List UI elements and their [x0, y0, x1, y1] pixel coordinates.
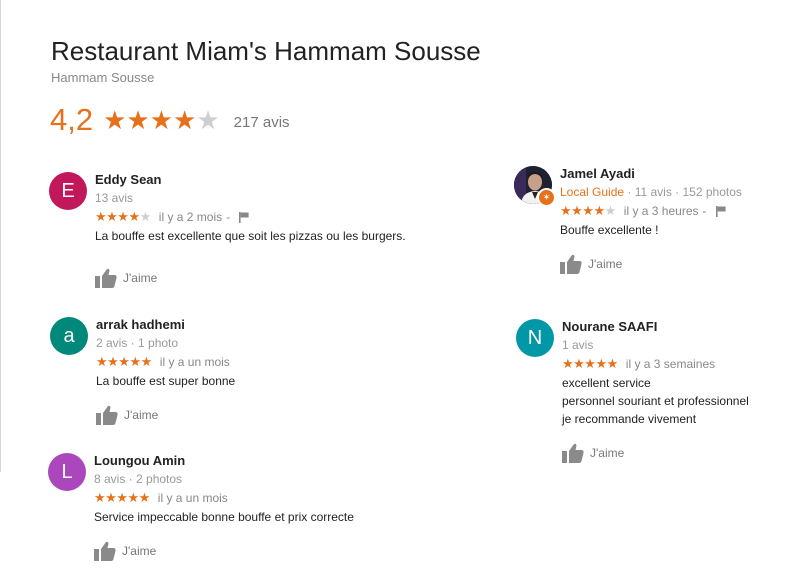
thumbs-up-icon: [94, 541, 116, 561]
star-icon: ★★★★: [560, 203, 605, 218]
review-time: il y a 3 heures: [623, 204, 699, 218]
rating-summary: 4,2 ★★★★★ 217 avis: [50, 100, 290, 140]
flag-icon[interactable]: [238, 211, 250, 223]
review-text-line: je recommande vivement: [562, 412, 697, 426]
star-icon: ★: [103, 104, 127, 135]
page-subtitle: Hammam Sousse: [51, 70, 155, 85]
star-icon: ★: [173, 104, 197, 135]
reviewer-stats: · 11 avis · 152 photos: [624, 185, 742, 199]
reviewer-meta: 13 avis: [95, 191, 134, 205]
star-icon: ★★★★: [95, 209, 140, 224]
review-time: il y a un mois: [159, 355, 230, 369]
divider: [0, 0, 1, 472]
review-time: il y a un mois: [157, 491, 228, 505]
review-stars: ★★★★★: [562, 356, 618, 372]
review-time: il y a 3 semaines: [625, 357, 716, 371]
star-empty-icon: ★: [196, 104, 220, 135]
review-text: excellent service personnel souriant et …: [562, 374, 749, 428]
review-text-line: excellent service: [562, 376, 651, 390]
review-stars: ★★★★★: [560, 203, 616, 219]
review-text-line: personnel souriant et professionnel: [562, 394, 749, 408]
like-label: J'aime: [124, 408, 159, 422]
avatar[interactable]: L: [48, 453, 86, 491]
review-text: Service impeccable bonne bouffe et prix …: [94, 510, 354, 524]
reviews-panel: Restaurant Miam's Hammam Sousse Hammam S…: [0, 0, 806, 584]
star-icon: ★: [149, 104, 174, 135]
reviewer-name[interactable]: Loungou Amin: [94, 453, 354, 469]
review-text: Bouffe excellente !: [560, 223, 659, 237]
like-label: J'aime: [588, 257, 623, 271]
like-button[interactable]: J'aime: [560, 254, 622, 274]
avatar-initial: E: [61, 179, 75, 202]
star-icon: ★★★★★: [96, 354, 152, 369]
avatar[interactable]: a: [50, 317, 88, 355]
review-text: La bouffe est excellente que soit les pi…: [95, 229, 406, 243]
avatar[interactable]: E: [49, 172, 87, 210]
star-empty-icon: ★: [139, 209, 152, 224]
reviewer-meta: 2 avis · 1 photo: [96, 336, 179, 350]
local-guide-label: Local Guide: [560, 185, 625, 199]
separator: -: [702, 204, 707, 218]
avatar-initial: a: [63, 324, 75, 347]
rating-value: 4,2: [50, 102, 94, 137]
star-icon: ★: [126, 104, 150, 135]
review-count-link[interactable]: 217 avis: [234, 114, 290, 131]
like-label: J'aime: [123, 271, 158, 285]
local-guide-badge-icon: ✶: [537, 188, 556, 207]
rating-stars: ★★★★★: [103, 105, 220, 136]
avatar[interactable]: N: [516, 319, 554, 357]
page-title: Restaurant Miam's Hammam Sousse: [51, 36, 481, 66]
review-stars: ★★★★★: [94, 490, 150, 506]
thumbs-up-icon: [562, 443, 584, 463]
reviewer-name[interactable]: Jamel Ayadi: [560, 166, 742, 182]
thumbs-up-icon: [95, 268, 117, 288]
thumbs-up-icon: [96, 405, 118, 425]
reviewer-meta: 1 avis: [562, 338, 594, 352]
like-button[interactable]: J'aime: [95, 268, 157, 288]
like-label: J'aime: [122, 544, 157, 558]
star-empty-icon: ★: [604, 203, 617, 218]
review-stars: ★★★★★: [96, 354, 152, 370]
like-button[interactable]: J'aime: [96, 405, 158, 425]
like-button[interactable]: J'aime: [94, 541, 156, 561]
like-button[interactable]: J'aime: [562, 443, 624, 463]
thumbs-up-icon: [560, 254, 582, 274]
reviewer-name[interactable]: arrak hadhemi: [96, 317, 235, 333]
star-icon: ★★★★★: [94, 490, 150, 505]
avatar[interactable]: ✶: [514, 166, 556, 207]
avatar-initial: L: [61, 460, 73, 483]
like-label: J'aime: [590, 446, 625, 460]
review-stars: ★★★★★: [95, 209, 151, 225]
avatar-initial: N: [527, 326, 543, 349]
flag-icon[interactable]: [715, 205, 727, 217]
separator: -: [226, 210, 231, 224]
review-text: La bouffe est super bonne: [96, 374, 236, 388]
review-time: il y a 2 mois: [158, 210, 223, 224]
star-icon: ★★★★★: [562, 356, 618, 371]
reviewer-meta: Local Guide · 11 avis · 152 photos: [560, 184, 742, 200]
reviewer-name[interactable]: Nourane SAAFI: [562, 319, 749, 335]
reviewer-meta: 8 avis · 2 photos: [94, 472, 183, 486]
reviewer-name[interactable]: Eddy Sean: [95, 172, 406, 188]
